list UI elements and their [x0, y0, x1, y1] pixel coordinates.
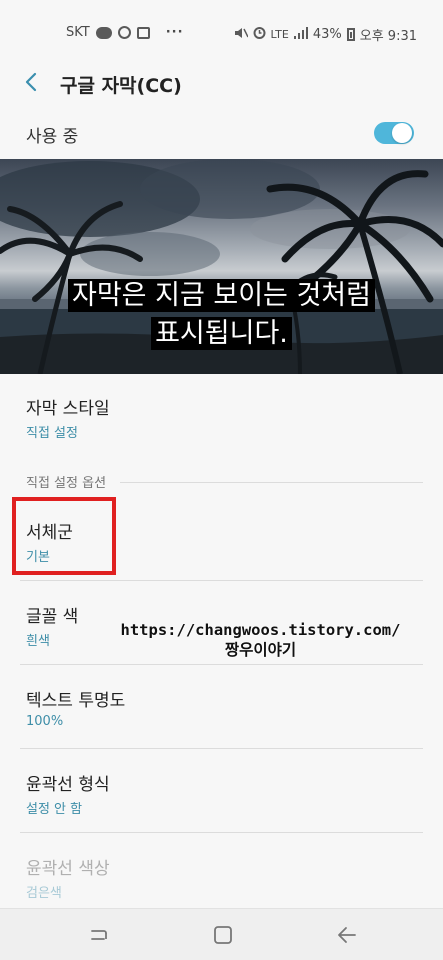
back-arrow-icon[interactable]: [336, 925, 358, 945]
text-color-title: 글꼴 색: [26, 607, 79, 627]
edge-type-title: 윤곽선 형식: [26, 775, 110, 795]
signal-icon: [293, 26, 308, 43]
app-header: 구글 자막(CC): [0, 64, 443, 104]
more-notifications-icon: ···: [165, 25, 184, 40]
edge-color-value: 검은색: [26, 886, 62, 901]
master-toggle-row[interactable]: 사용 중: [0, 110, 443, 158]
watermark-name: 짱우이야기: [224, 641, 297, 659]
font-family-item[interactable]: 서체군 기본: [0, 498, 443, 580]
recents-icon[interactable]: [88, 925, 110, 945]
status-left: SKT ···: [66, 25, 184, 40]
caption-sample-text: 자막은 지금 보이는 것처럼 표시됩니다.: [0, 277, 443, 353]
section-divider: [120, 482, 423, 483]
master-toggle-label: 사용 중: [26, 127, 79, 147]
page-title: 구글 자막(CC): [60, 75, 182, 97]
caption-preview-image: 자막은 지금 보이는 것처럼 표시됩니다.: [0, 159, 443, 374]
network-type-label: LTE: [270, 28, 289, 41]
section-header: 직접 설정 옵션: [26, 476, 107, 491]
font-family-title: 서체군: [26, 523, 73, 543]
divider: [20, 664, 423, 665]
watermark-url: https://changwoos.tistory.com/: [120, 621, 401, 639]
mute-icon: [234, 27, 249, 43]
carrier-label: SKT: [66, 25, 90, 40]
status-bar: SKT ··· LTE 43% 오후 9:31: [0, 0, 443, 64]
text-opacity-title: 텍스트 투명도: [26, 691, 126, 711]
face-notification-icon: [117, 26, 131, 39]
divider: [20, 748, 423, 749]
edge-type-item[interactable]: 윤곽선 형식 설정 안 함: [0, 750, 443, 832]
edge-color-item: 윤곽선 색상 검은색: [0, 834, 443, 916]
caption-style-item[interactable]: 자막 스타일 직접 설정: [0, 374, 443, 456]
font-family-value: 기본: [26, 550, 50, 565]
switch-knob: [392, 123, 412, 143]
master-toggle-switch[interactable]: [374, 122, 414, 144]
watermark: https://changwoos.tistory.com/ 짱우이야기: [88, 620, 433, 660]
divider: [20, 580, 423, 581]
battery-percent: 43%: [312, 27, 342, 42]
navigation-bar: [0, 908, 443, 960]
image-notification-icon: [136, 26, 150, 39]
chevron-left-icon[interactable]: [22, 71, 42, 93]
caption-style-value: 직접 설정: [26, 426, 78, 441]
battery-icon: [346, 28, 355, 41]
caption-line-1: 자막은 지금 보이는 것처럼: [68, 279, 375, 312]
alarm-icon: [253, 26, 266, 43]
edge-type-value: 설정 안 함: [26, 802, 83, 817]
text-color-value: 흰색: [26, 634, 50, 649]
status-right: LTE 43% 오후 9:31: [234, 25, 417, 44]
clock: 오후 9:31: [359, 29, 417, 44]
caption-line-2: 표시됩니다.: [151, 317, 292, 350]
home-icon[interactable]: [212, 925, 234, 945]
caption-style-title: 자막 스타일: [26, 399, 110, 419]
edge-color-title: 윤곽선 색상: [26, 859, 110, 879]
text-opacity-value: 100%: [26, 714, 64, 729]
screen: SKT ··· LTE 43% 오후 9:31 구글 자막(CC) 사용 중 자…: [0, 0, 443, 960]
chat-notification-icon: [95, 26, 112, 39]
text-opacity-item[interactable]: 텍스트 투명도 100%: [0, 666, 443, 748]
divider: [20, 832, 423, 833]
